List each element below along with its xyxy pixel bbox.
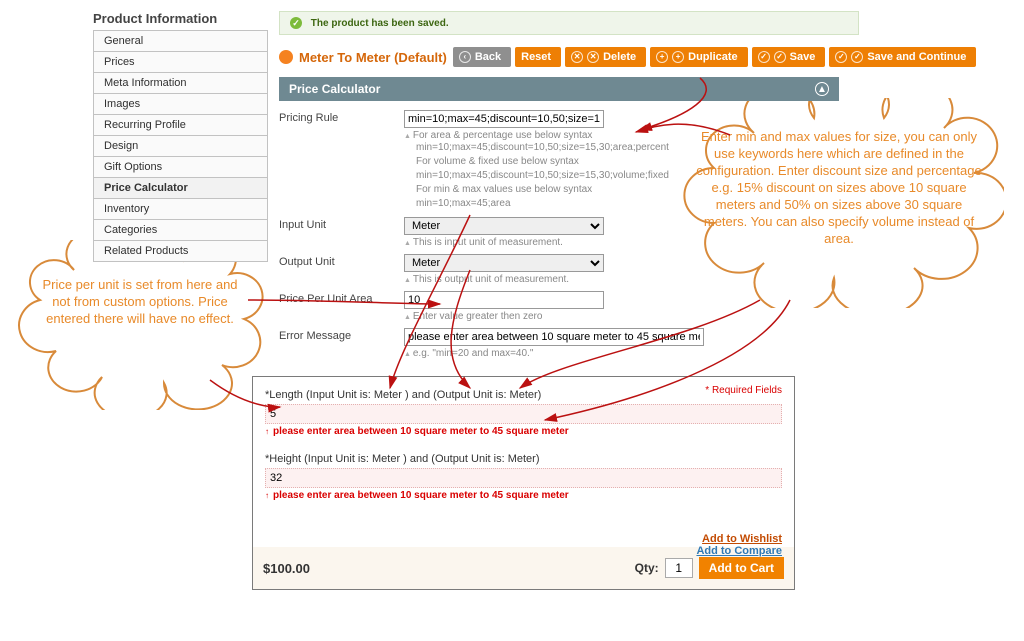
output-unit-select[interactable]: Meter [404, 254, 604, 272]
ppu-hint: Enter value greater then zero [404, 311, 839, 322]
price-value: $100.00 [263, 561, 310, 576]
panel-title: Price Calculator [289, 82, 380, 96]
reset-button[interactable]: Reset [515, 47, 561, 67]
add-to-cart-button[interactable]: Add to Cart [699, 557, 784, 579]
notice-text: The product has been saved. [311, 18, 449, 29]
sidebar-item-recurring[interactable]: Recurring Profile [94, 115, 267, 136]
delete-icon2: ✕ [587, 51, 599, 63]
sidebar-item-meta[interactable]: Meta Information [94, 73, 267, 94]
sidebar-item-design[interactable]: Design [94, 136, 267, 157]
pricing-rule-label: Pricing Rule [279, 110, 404, 124]
output-unit-label: Output Unit [279, 254, 404, 268]
sidebar-item-categories[interactable]: Categories [94, 220, 267, 241]
product-icon [279, 50, 293, 64]
sidebar-item-price-calculator[interactable]: Price Calculator [94, 178, 267, 199]
height-input[interactable] [265, 468, 782, 488]
sidebar-item-gift[interactable]: Gift Options [94, 157, 267, 178]
collapse-icon[interactable]: ▲ [815, 82, 829, 96]
add-links: Add to Wishlist Add to Compare [696, 533, 782, 557]
ppu-label: Price Per Unit Area [279, 291, 404, 305]
savec-icon: ✓ [835, 51, 847, 63]
input-unit-label: Input Unit [279, 217, 404, 231]
ppu-input[interactable] [404, 291, 604, 309]
required-fields-label: * Required Fields [705, 385, 782, 396]
delete-icon: ✕ [571, 51, 583, 63]
dup-icon: + [656, 51, 668, 63]
length-error: ↑please enter area between 10 square met… [265, 426, 782, 437]
wishlist-link[interactable]: Add to Wishlist [696, 533, 782, 545]
sidebar-title: Product Information [93, 11, 268, 26]
check-icon: ✓ [290, 17, 302, 29]
dup-icon2: + [672, 51, 684, 63]
error-arrow-icon: ↑ [265, 491, 269, 500]
pricing-rule-input[interactable] [404, 110, 604, 128]
frontend-preview: * Required Fields *Length (Input Unit is… [252, 376, 795, 590]
duplicate-button[interactable]: ++Duplicate [650, 47, 748, 67]
length-input[interactable] [265, 404, 782, 424]
height-label: *Height (Input Unit is: Meter ) and (Out… [265, 453, 782, 465]
sidebar-item-inventory[interactable]: Inventory [94, 199, 267, 220]
save-continue-button[interactable]: ✓✓Save and Continue [829, 47, 976, 67]
success-notice: ✓ The product has been saved. [279, 11, 859, 35]
height-group: *Height (Input Unit is: Meter ) and (Out… [265, 453, 782, 501]
sidebar: Product Information General Prices Meta … [93, 9, 268, 262]
sidebar-item-general[interactable]: General [94, 31, 267, 52]
errmsg-label: Error Message [279, 328, 404, 342]
back-button[interactable]: ‹Back [453, 47, 511, 67]
sidebar-item-prices[interactable]: Prices [94, 52, 267, 73]
input-unit-select[interactable]: Meter [404, 217, 604, 235]
callout-right: Enter min and max values for size, you c… [674, 98, 1004, 308]
height-error: ↑please enter area between 10 square met… [265, 490, 782, 501]
qty-input[interactable] [665, 558, 693, 578]
page-title: Meter To Meter (Default) [299, 50, 447, 65]
save-icon: ✓ [758, 51, 770, 63]
title-row: Meter To Meter (Default) ‹Back Reset ✕✕D… [279, 47, 1024, 67]
savec-icon2: ✓ [851, 51, 863, 63]
back-icon: ‹ [459, 51, 471, 63]
action-buttons: ‹Back Reset ✕✕Delete ++Duplicate ✓✓Save … [453, 47, 977, 67]
save-button[interactable]: ✓✓Save [752, 47, 826, 67]
callout-left: Price per unit is set from here and not … [10, 240, 270, 410]
callout-right-text: Enter min and max values for size, you c… [696, 128, 982, 247]
errmsg-input[interactable] [404, 328, 704, 346]
sidebar-group-1: General Prices Meta Information Images R… [93, 30, 268, 262]
callout-left-text: Price per unit is set from here and not … [36, 276, 244, 327]
qty-label: Qty: [635, 561, 659, 575]
compare-link[interactable]: Add to Compare [696, 545, 782, 557]
sidebar-item-images[interactable]: Images [94, 94, 267, 115]
length-group: *Length (Input Unit is: Meter ) and (Out… [265, 389, 782, 437]
errmsg-hint: e.g. "min=20 and max=40." [404, 348, 839, 359]
delete-button[interactable]: ✕✕Delete [565, 47, 646, 67]
qty-wrap: Qty: Add to Cart [635, 557, 784, 579]
save-icon2: ✓ [774, 51, 786, 63]
error-arrow-icon: ↑ [265, 427, 269, 436]
